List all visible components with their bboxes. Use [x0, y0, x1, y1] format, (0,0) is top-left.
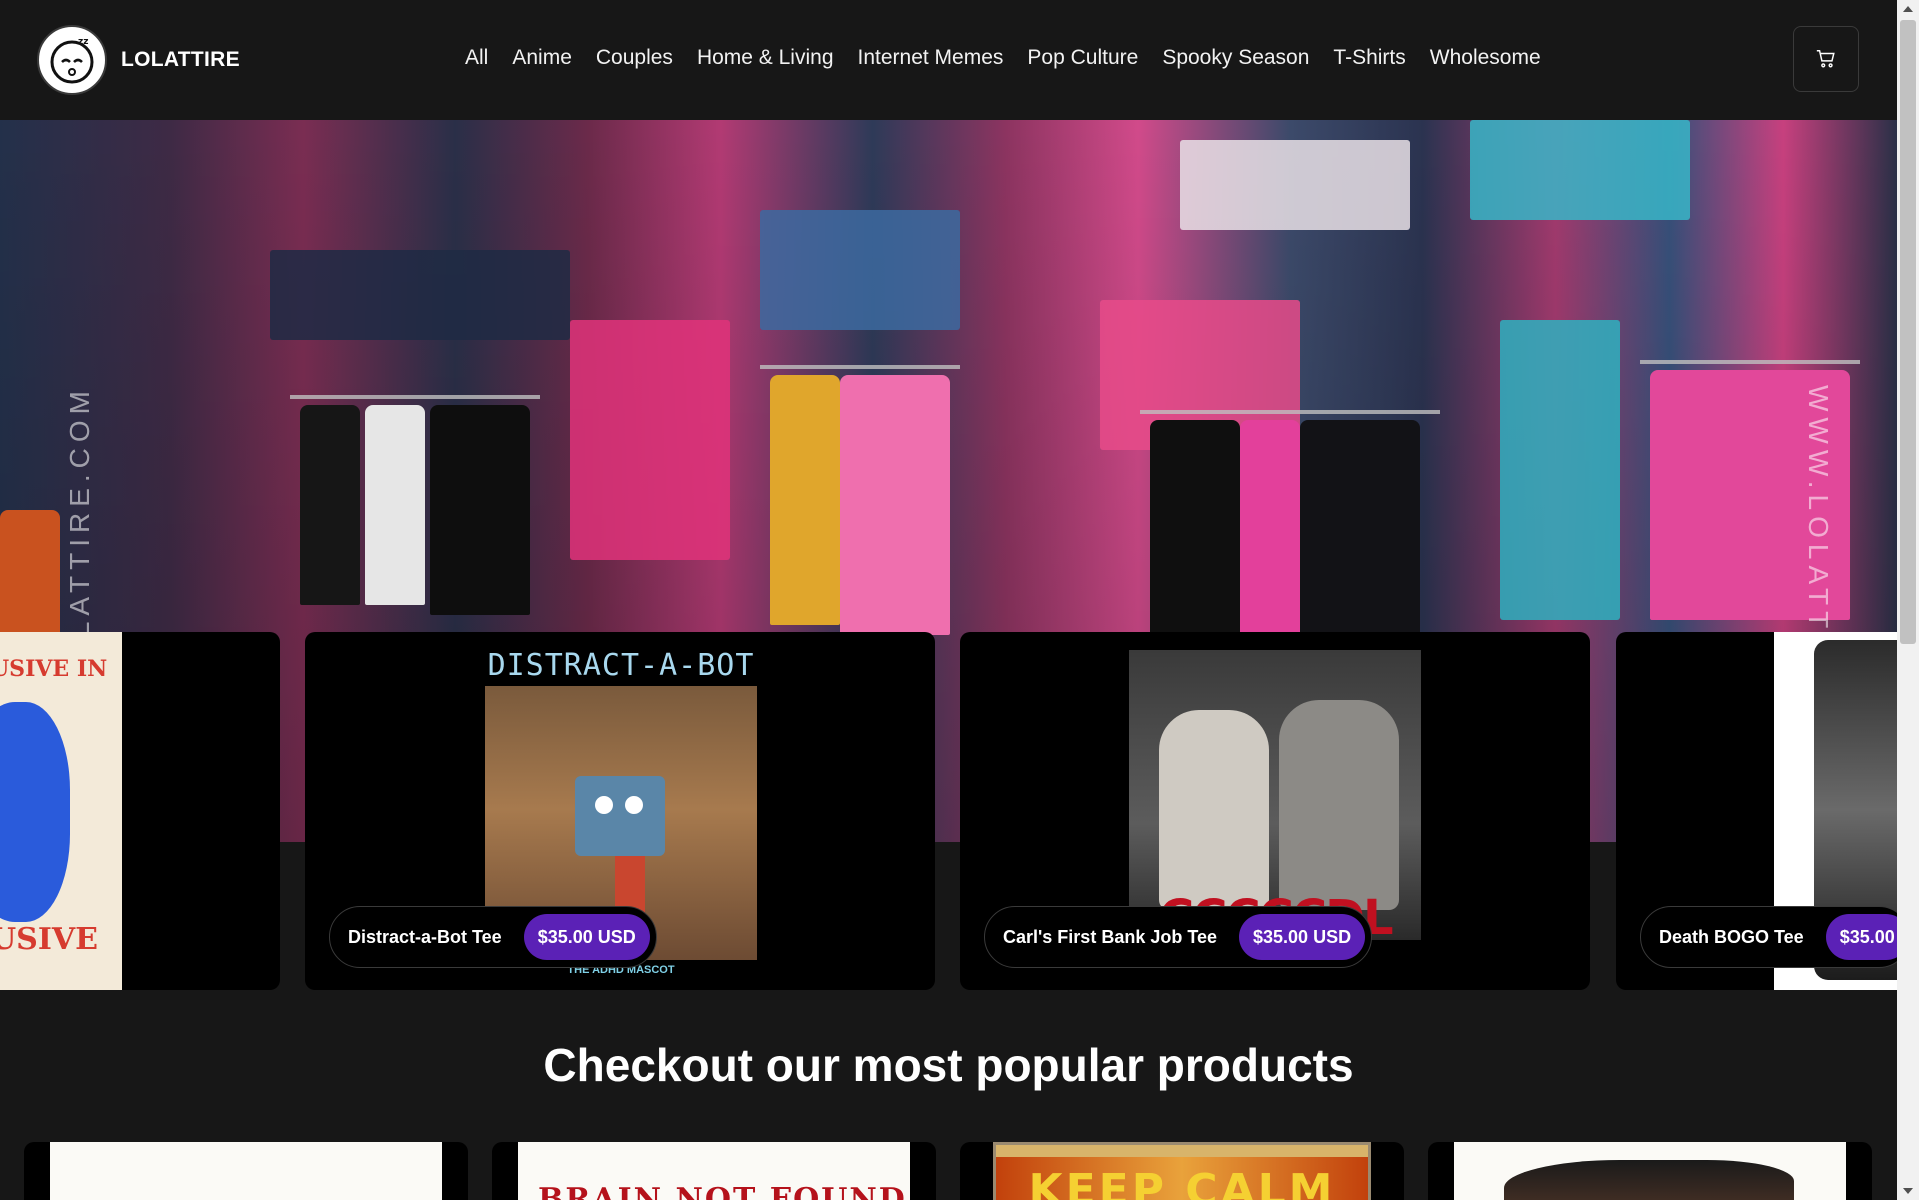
art-heading: DISTRACT-A-BOT — [487, 648, 755, 683]
product-thumbnail: BRAIN NOT FOUND — [518, 1142, 910, 1200]
popular-product-card[interactable]: KEEP CALM — [960, 1142, 1404, 1200]
product-label[interactable]: Carl's First Bank Job Tee $35.00 USD — [984, 906, 1373, 968]
llama-art — [1159, 710, 1269, 910]
product-thumbnail — [1454, 1142, 1846, 1200]
thumbnail-text: KEEP CALM — [1028, 1165, 1336, 1200]
nav-item-all[interactable]: All — [465, 46, 488, 70]
garment — [300, 405, 360, 605]
sleepy-face-logo-icon: zz — [37, 25, 107, 95]
scroll-down-arrow-icon[interactable] — [1903, 1188, 1913, 1194]
product-label[interactable]: Distract-a-Bot Tee $35.00 USD — [329, 906, 657, 968]
garment — [365, 405, 425, 605]
clothing-rack — [1640, 360, 1860, 364]
store-sign — [1470, 120, 1690, 220]
thumbnail-text: BRAIN NOT FOUND — [538, 1182, 907, 1200]
blue-creature-art — [0, 702, 70, 922]
product-art: USIVE IN USIVE — [0, 632, 122, 990]
art-text-top: USIVE IN — [0, 656, 108, 682]
art-text-bottom: USIVE — [0, 922, 99, 957]
popular-product-card[interactable] — [1428, 1142, 1872, 1200]
product-card-carls-first-bank-job[interactable]: CCCCCDL Carl's First Bank Job Tee $35.00… — [960, 632, 1590, 990]
product-card-death-bogo[interactable]: Death BOGO Tee $35.00 — [1616, 632, 1916, 990]
shopping-cart-icon — [1816, 50, 1835, 68]
product-title: Carl's First Bank Job Tee — [1003, 926, 1218, 947]
nav-item-spooky-season[interactable]: Spooky Season — [1162, 46, 1309, 70]
main-nav: All Anime Couples Home & Living Internet… — [465, 46, 1541, 70]
garment — [430, 405, 530, 615]
popular-product-card[interactable] — [24, 1142, 468, 1200]
product-title: Death BOGO Tee — [1659, 926, 1804, 947]
hero-banner: WWW.LOLATTIRE.COM WWW.LOLATTIRE.C — [0, 120, 1897, 842]
nav-item-wholesome[interactable]: Wholesome — [1430, 46, 1541, 70]
product-card-distract-a-bot[interactable]: DISTRACT-A-BOT THE ADHD MASCOT Distract-… — [305, 632, 935, 990]
nav-item-internet-memes[interactable]: Internet Memes — [858, 46, 1004, 70]
scroll-up-arrow-icon[interactable] — [1903, 6, 1913, 12]
scrollbar-thumb[interactable] — [1900, 20, 1916, 644]
nav-item-t-shirts[interactable]: T-Shirts — [1333, 46, 1405, 70]
nav-item-anime[interactable]: Anime — [512, 46, 572, 70]
product-art: CCCCCDL — [1129, 650, 1421, 946]
garment — [770, 375, 840, 625]
popular-product-card[interactable]: BRAIN NOT FOUND — [492, 1142, 936, 1200]
product-price: $35.00 USD — [1239, 914, 1366, 960]
graffiti-wall — [570, 320, 730, 560]
brand-name: LOLATTIRE — [121, 48, 240, 71]
store-sign — [760, 210, 960, 330]
product-thumbnail: KEEP CALM — [993, 1142, 1371, 1200]
site-header: zz LOLATTIRE All Anime Couples Home & Li… — [0, 0, 1897, 120]
brand-link[interactable]: zz LOLATTIRE — [37, 25, 240, 95]
clothing-rack — [1140, 410, 1440, 414]
product-label[interactable]: Death BOGO Tee $35.00 — [1640, 906, 1910, 968]
cart-button[interactable] — [1793, 26, 1859, 92]
store-sign — [1180, 140, 1410, 230]
clothing-rack — [290, 395, 540, 399]
garment — [1150, 420, 1240, 660]
nav-item-couples[interactable]: Couples — [596, 46, 673, 70]
store-sign — [270, 250, 570, 340]
clothing-rack — [760, 365, 960, 369]
product-title: Distract-a-Bot Tee — [348, 926, 502, 947]
nav-item-pop-culture[interactable]: Pop Culture — [1027, 46, 1138, 70]
garment — [1240, 420, 1300, 660]
llama-art — [1279, 700, 1399, 910]
product-card-partial-left[interactable]: USIVE IN USIVE — [0, 632, 280, 990]
product-thumbnail — [50, 1142, 442, 1200]
svg-text:zz: zz — [78, 37, 88, 47]
section-heading: Checkout our most popular products — [543, 1039, 1354, 1091]
neon-sign — [1500, 320, 1620, 620]
product-price: $35.00 USD — [523, 914, 650, 960]
page-scrollbar[interactable] — [1897, 0, 1919, 1200]
person-silhouette — [0, 510, 60, 640]
nav-item-home-living[interactable]: Home & Living — [697, 46, 834, 70]
garment — [840, 375, 950, 635]
